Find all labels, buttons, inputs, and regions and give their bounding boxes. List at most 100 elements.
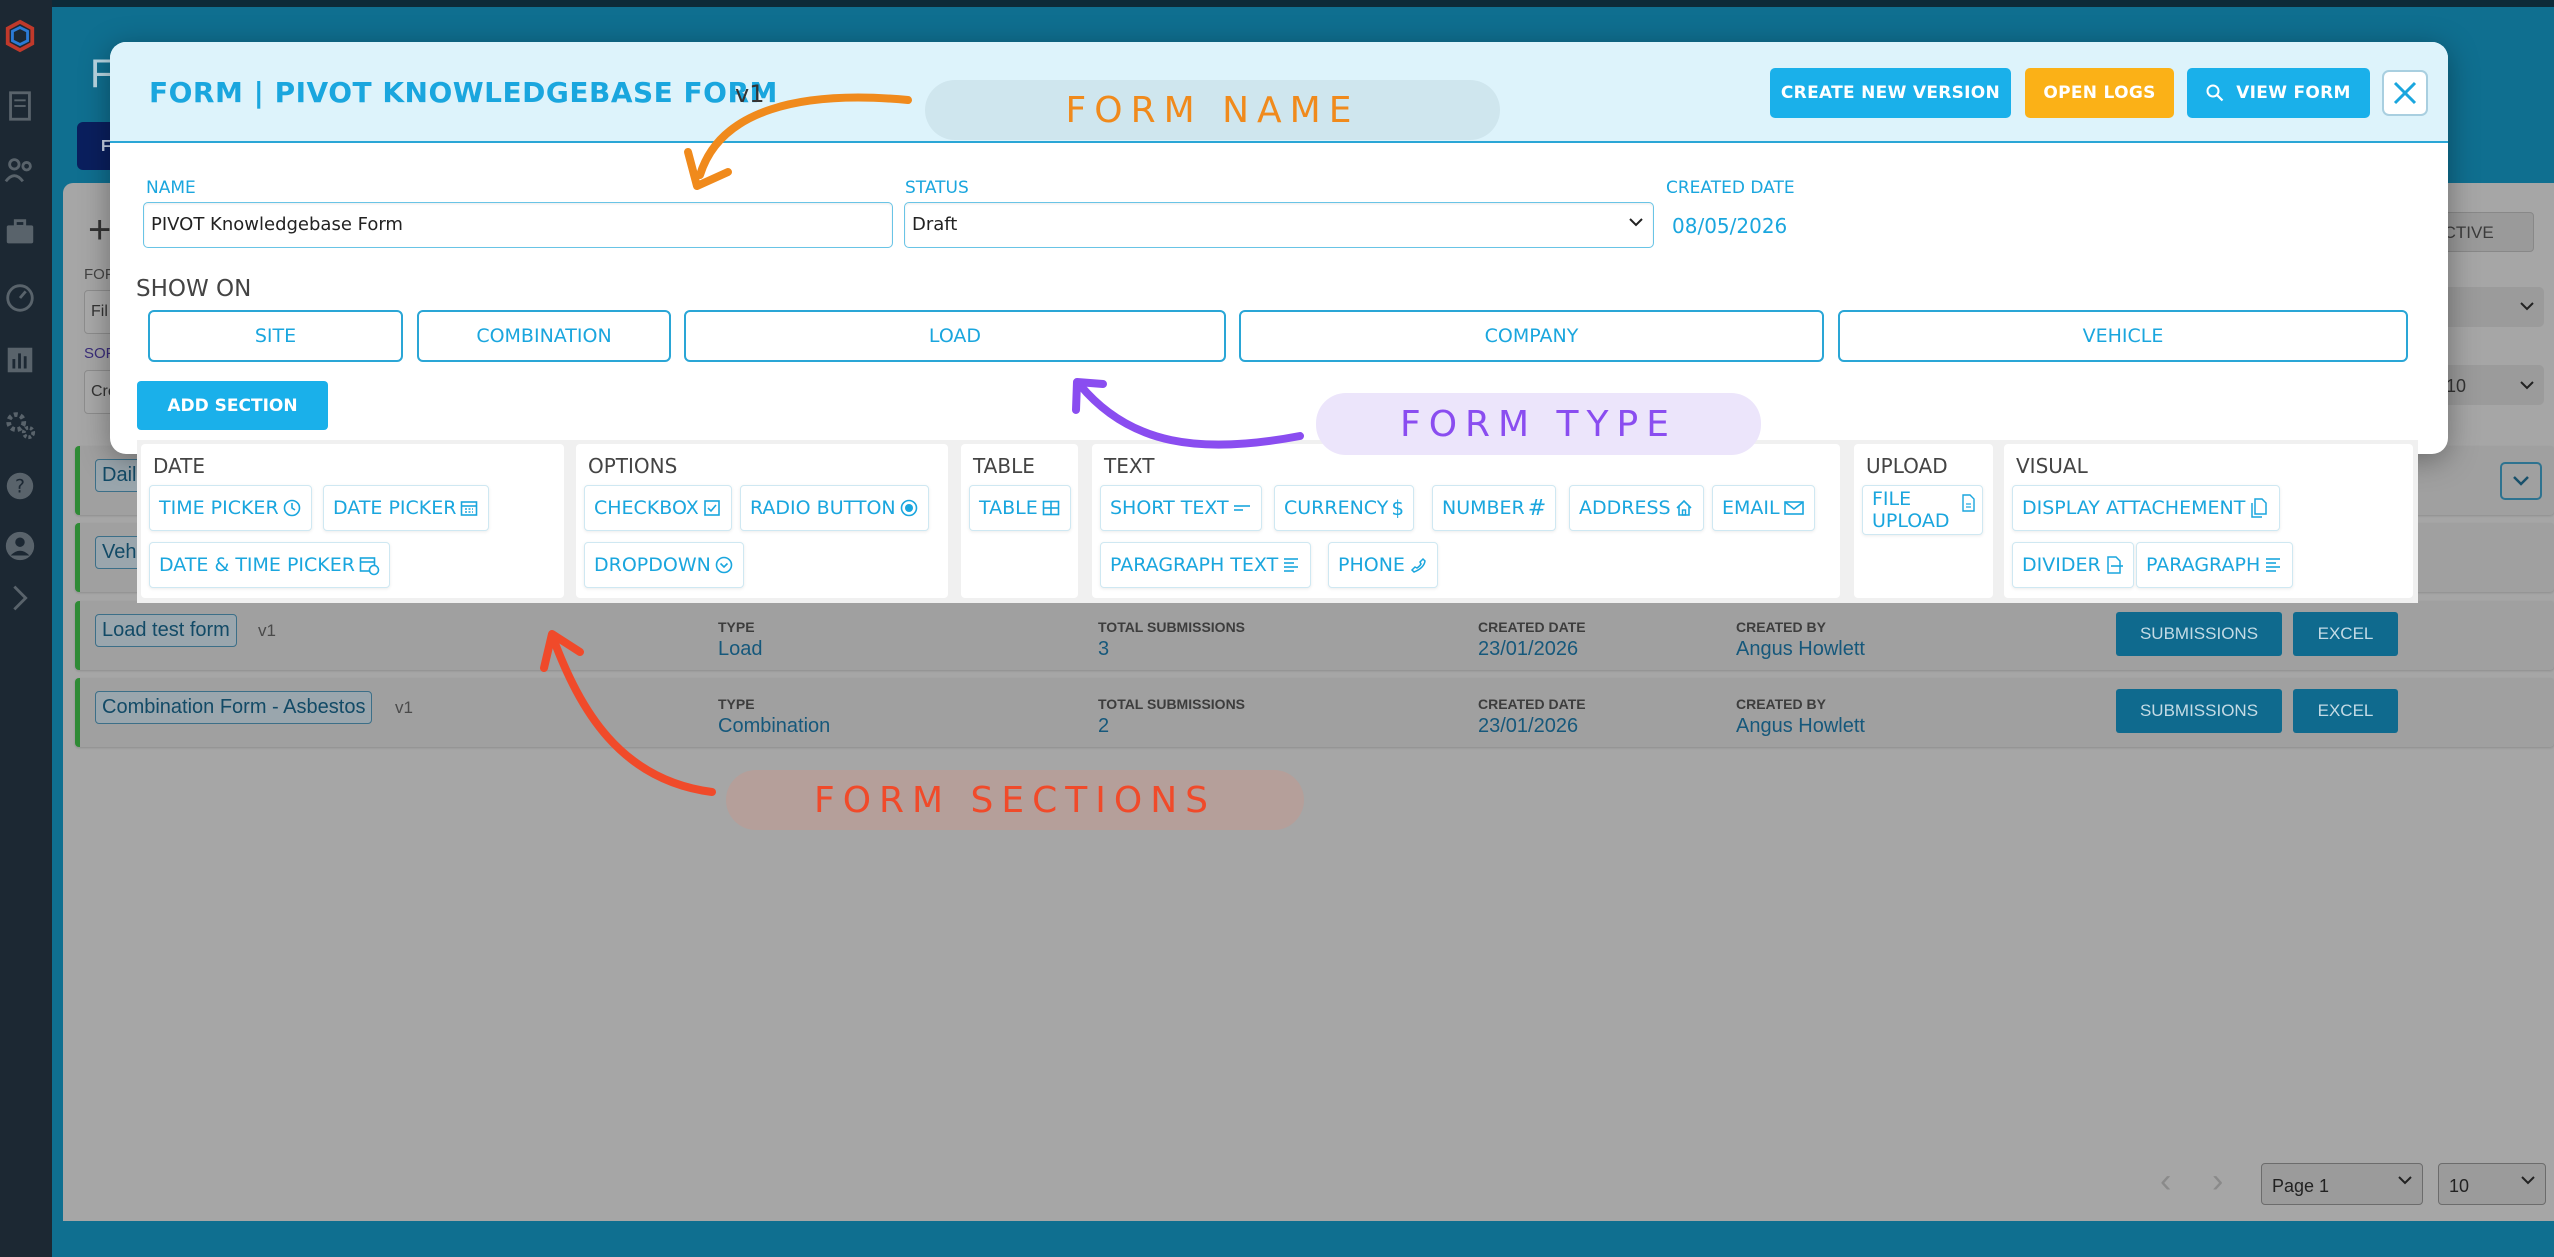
paragraph-text-chip[interactable]: PARAGRAPH TEXT [1100, 542, 1312, 588]
briefcase-icon[interactable] [2, 214, 38, 250]
display-attachement-chip[interactable]: DISPLAY ATTACHEMENT [2012, 485, 2281, 531]
email-chip[interactable]: EMAIL [1712, 485, 1815, 531]
form-version: v1 [258, 621, 276, 640]
show-on-vehicle-button[interactable]: VEHICLE [1838, 310, 2408, 362]
excel-button[interactable]: EXCEL [2293, 689, 2398, 733]
form-name-annotation: FORM NAME [925, 80, 1500, 140]
submissions-label: TOTAL SUBMISSIONS [1098, 696, 1246, 712]
page-select[interactable]: Page 1 [2261, 1163, 2423, 1205]
date-picker-label: DATE PICKER [333, 497, 457, 519]
short-text-chip[interactable]: SHORT TEXT [1100, 485, 1262, 531]
type-value: Combination [718, 715, 831, 737]
envelope-icon [1783, 498, 1805, 518]
short-text-icon [1232, 498, 1252, 518]
show-on-combination-button[interactable]: COMBINATION [417, 310, 671, 362]
status-select[interactable]: Draft [904, 202, 1654, 248]
created-date-value: 23/01/2026 [1478, 715, 1579, 737]
expand-button[interactable] [2500, 462, 2542, 500]
svg-text:?: ? [15, 476, 25, 498]
bottom-strip [52, 1222, 2554, 1257]
divider-icon [2104, 555, 2124, 575]
create-new-version-label: CREATE NEW VERSION [1780, 83, 2001, 103]
date-group: DATE TIME PICKER DATE PICKER DATE & TIME… [141, 444, 564, 598]
close-button[interactable] [2382, 70, 2428, 116]
form-sections-annotation: FORM SECTIONS [726, 770, 1304, 830]
time-picker-chip[interactable]: TIME PICKER [149, 485, 312, 531]
close-icon [2393, 81, 2417, 105]
paragraph-text-label: PARAGRAPH TEXT [1110, 554, 1279, 576]
file-upload-chip[interactable]: FILE UPLOAD [1862, 485, 1983, 535]
create-new-version-button[interactable]: CREATE NEW VERSION [1770, 68, 2011, 118]
paragraph-align-icon [2263, 555, 2283, 575]
pager-size-value: 10 [2449, 1176, 2470, 1196]
type-cell: TYPE Load [718, 619, 763, 661]
checkbox-chip[interactable]: CHECKBOX [584, 485, 732, 531]
open-logs-button[interactable]: OPEN LOGS [2025, 68, 2174, 118]
align-left-icon [1281, 555, 1301, 575]
name-input[interactable]: PIVOT Knowledgebase Form [143, 202, 893, 248]
dropdown-chip[interactable]: DROPDOWN [584, 542, 744, 588]
text-group: TEXT SHORT TEXT CURRENCY $ NUMBER # ADDRES… [1092, 444, 1840, 598]
document-icon[interactable] [2, 88, 38, 124]
submissions-button[interactable]: SUBMISSIONS [2116, 689, 2282, 733]
phone-label: PHONE [1338, 554, 1405, 576]
app-logo-icon[interactable] [2, 18, 38, 54]
filter-select[interactable] [2434, 287, 2544, 327]
visual-group-title: VISUAL [2016, 454, 2088, 478]
dollar-icon: $ [1391, 496, 1405, 520]
date-time-picker-label: DATE & TIME PICKER [159, 554, 355, 576]
search-icon [2206, 84, 2224, 102]
view-form-button[interactable]: VIEW FORM [2187, 68, 2370, 118]
dropdown-label: DROPDOWN [594, 554, 711, 576]
modal-version: v1 [735, 80, 765, 108]
people-icon[interactable] [2, 152, 38, 188]
user-icon[interactable] [2, 528, 38, 564]
created-cell: CREATED DATE 23/01/2026 [1478, 696, 1586, 738]
phone-chip[interactable]: PHONE [1328, 542, 1438, 588]
divider-label: DIVIDER [2022, 554, 2101, 576]
settings-icon[interactable] [2, 406, 38, 442]
open-logs-label: OPEN LOGS [2043, 83, 2156, 103]
chevron-right-icon[interactable] [2, 580, 38, 616]
created-date-label: CREATED DATE [1478, 619, 1586, 635]
short-text-label: SHORT TEXT [1110, 497, 1229, 519]
type-value: Load [718, 638, 763, 660]
table-chip[interactable]: TABLE [969, 485, 1071, 531]
modal-title: FORM | PIVOT KNOWLEDGEBASE FORM [149, 76, 778, 109]
address-chip[interactable]: ADDRESS [1569, 485, 1704, 531]
show-on-label: SHOW ON [136, 276, 252, 302]
gauge-icon[interactable] [2, 280, 38, 316]
date-time-picker-chip[interactable]: DATE & TIME PICKER [149, 542, 390, 588]
status-value: Draft [912, 214, 958, 235]
submissions-value: 2 [1098, 715, 1110, 737]
show-on-load-button[interactable]: LOAD [684, 310, 1226, 362]
next-page-icon[interactable]: › [2212, 1162, 2223, 1201]
table-group: TABLE TABLE [961, 444, 1078, 598]
name-label: NAME [146, 178, 196, 198]
created-by-cell: CREATED BY Angus Howlett [1736, 619, 1865, 661]
submissions-value: 3 [1098, 638, 1110, 660]
clock-icon [282, 498, 302, 518]
table-group-title: TABLE [973, 454, 1035, 478]
date-picker-chip[interactable]: DATE PICKER [323, 485, 490, 531]
radio-button-chip[interactable]: RADIO BUTTON [740, 485, 929, 531]
paragraph-chip[interactable]: PARAGRAPH [2136, 542, 2294, 588]
submissions-button[interactable]: SUBMISSIONS [2116, 612, 2282, 656]
show-on-company-button[interactable]: COMPANY [1239, 310, 1824, 362]
form-name-link[interactable]: Combination Form - Asbestos [95, 691, 373, 724]
divider-chip[interactable]: DIVIDER [2012, 542, 2134, 588]
help-icon[interactable]: ? [2, 468, 38, 504]
prev-page-icon[interactable]: ‹ [2160, 1162, 2171, 1201]
bar-chart-icon[interactable] [2, 342, 38, 378]
currency-chip[interactable]: CURRENCY $ [1274, 485, 1415, 531]
page-size-select[interactable]: 10 [2434, 365, 2544, 405]
add-icon[interactable]: + [88, 208, 111, 253]
visual-group: VISUAL DISPLAY ATTACHEMENT DIVIDER PARAG… [2004, 444, 2413, 598]
number-chip[interactable]: NUMBER # [1432, 485, 1557, 531]
excel-button[interactable]: EXCEL [2293, 612, 2398, 656]
form-name-link[interactable]: Load test form [95, 614, 237, 647]
add-section-button[interactable]: ADD SECTION [137, 381, 328, 430]
checkbox-label: CHECKBOX [594, 497, 699, 519]
pager-size-select[interactable]: 10 [2438, 1163, 2546, 1205]
show-on-site-button[interactable]: SITE [148, 310, 403, 362]
